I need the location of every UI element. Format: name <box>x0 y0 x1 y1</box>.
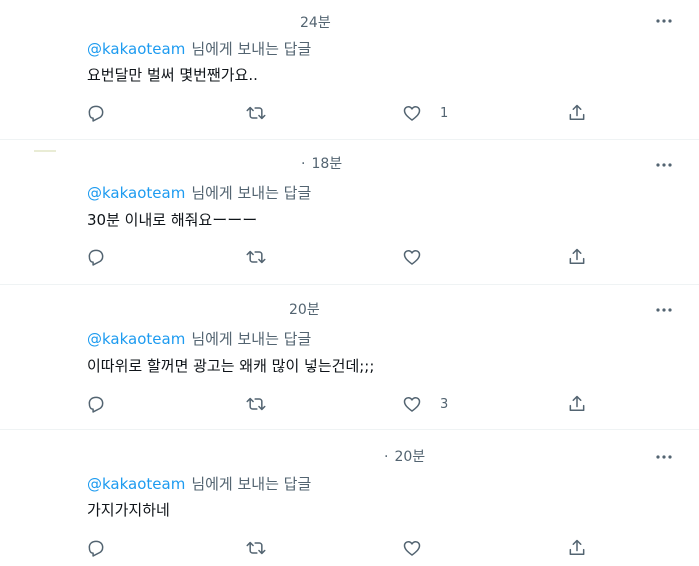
reply-suffix-text: 님에게 보내는 답글 <box>191 184 312 202</box>
tweet-timestamp[interactable]: · 20분 <box>384 446 425 466</box>
retweet-icon <box>246 397 266 411</box>
tweet-action-bar <box>0 536 699 560</box>
share-icon <box>569 104 585 120</box>
reply-handle-link[interactable]: @kakaoteam <box>87 40 185 58</box>
tweet-reply-3[interactable]: 20분 @kakaoteam 님에게 보내는 답글 이따위로 할꺼면 광고는 왜캐… <box>0 285 699 430</box>
tweet-timestamp[interactable]: · 18분 <box>301 153 342 173</box>
tweet-text: 요번달만 벌써 몇번짼가요.. <box>87 66 258 84</box>
reply-suffix-text: 님에게 보내는 답글 <box>191 475 312 493</box>
share-icon <box>569 248 585 264</box>
heart-icon <box>403 106 421 121</box>
reply-button[interactable] <box>86 101 124 125</box>
tweet-reply-4[interactable]: · 20분 @kakaoteam 님에게 보내는 답글 가지가지하네 <box>0 430 699 566</box>
heart-icon <box>403 541 421 556</box>
reply-button[interactable] <box>86 392 124 416</box>
share-button[interactable] <box>567 536 587 560</box>
tweet-action-bar <box>0 245 699 269</box>
share-button[interactable] <box>567 392 587 416</box>
more-horizontal-icon[interactable] <box>655 448 673 466</box>
like-count: 1 <box>440 105 449 121</box>
reply-handle-link[interactable]: @kakaoteam <box>87 475 185 493</box>
more-horizontal-icon[interactable] <box>655 156 673 174</box>
reply-icon <box>88 105 104 122</box>
tweet-action-bar: 1 <box>0 101 699 125</box>
share-icon <box>569 395 585 411</box>
retweet-icon <box>246 541 266 555</box>
more-horizontal-icon[interactable] <box>655 301 673 319</box>
like-count: 3 <box>440 396 449 412</box>
reply-icon <box>88 249 104 266</box>
retweet-icon <box>246 250 266 264</box>
reply-button[interactable] <box>86 536 124 560</box>
reply-suffix-text: 님에게 보내는 답글 <box>191 330 312 348</box>
tweet-reply-2[interactable]: · 18분 @kakaoteam 님에게 보내는 답글 30분 이내로 해줘요ーーー <box>0 140 699 285</box>
heart-icon <box>403 250 421 265</box>
tweet-timestamp[interactable]: 24분 <box>300 12 331 32</box>
retweet-button[interactable] <box>246 101 284 125</box>
reply-handle-link[interactable]: @kakaoteam <box>87 184 185 202</box>
like-button[interactable]: 3 <box>402 392 448 416</box>
reply-button[interactable] <box>86 245 124 269</box>
tweet-text: 30분 이내로 해줘요ーーー <box>87 211 258 229</box>
replying-to-line: @kakaoteam 님에게 보내는 답글 <box>87 328 311 349</box>
tweet-text: 이따위로 할꺼면 광고는 왜캐 많이 넣는건데;;; <box>87 357 375 375</box>
reply-icon <box>88 540 104 557</box>
like-button[interactable]: 1 <box>402 101 448 125</box>
like-button[interactable] <box>402 245 440 269</box>
replying-to-line: @kakaoteam 님에게 보내는 답글 <box>87 38 311 59</box>
replying-to-line: @kakaoteam 님에게 보내는 답글 <box>87 182 311 203</box>
retweet-button[interactable] <box>246 245 284 269</box>
more-horizontal-icon[interactable] <box>655 12 673 30</box>
share-icon <box>569 539 585 555</box>
share-button[interactable] <box>567 101 587 125</box>
share-button[interactable] <box>567 245 587 269</box>
reply-suffix-text: 님에게 보내는 답글 <box>191 40 312 58</box>
like-button[interactable] <box>402 536 440 560</box>
retweet-icon <box>246 106 266 120</box>
heart-icon <box>403 397 421 412</box>
divider-accent <box>34 150 56 152</box>
retweet-button[interactable] <box>246 536 284 560</box>
replying-to-line: @kakaoteam 님에게 보내는 답글 <box>87 473 311 494</box>
tweet-action-bar: 3 <box>0 392 699 416</box>
reply-icon <box>88 396 104 413</box>
tweet-reply-1[interactable]: 24분 @kakaoteam 님에게 보내는 답글 요번달만 벌써 몇번짼가요..… <box>0 0 699 140</box>
tweet-timestamp[interactable]: 20분 <box>289 299 320 319</box>
tweet-text: 가지가지하네 <box>87 501 170 519</box>
reply-handle-link[interactable]: @kakaoteam <box>87 330 185 348</box>
retweet-button[interactable] <box>246 392 284 416</box>
